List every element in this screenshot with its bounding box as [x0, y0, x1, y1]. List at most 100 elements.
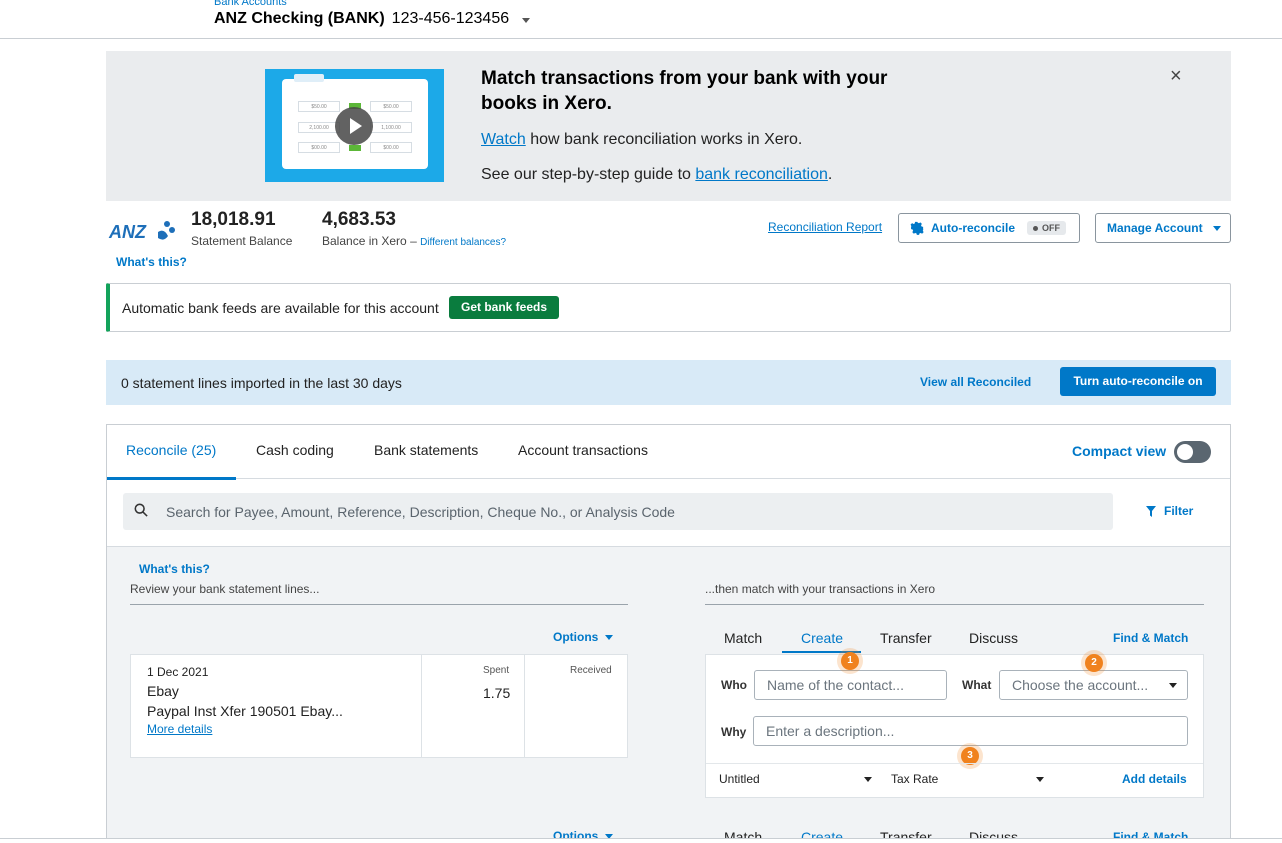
banner-guide-line: See our step-by-step guide to bank recon… — [481, 166, 832, 184]
compact-view-toggle[interactable] — [1174, 441, 1211, 463]
cell-6: $00.00 — [370, 142, 412, 153]
bank-feeds-notice: Automatic bank feeds are available for t… — [106, 283, 1231, 332]
view-all-reconciled-link[interactable]: View all Reconciled — [920, 375, 1031, 389]
page-bottom-edge — [0, 838, 1282, 843]
cell-4: 1,100.00 — [370, 122, 412, 133]
auto-reconcile-button[interactable]: Auto-reconcile OFF — [898, 213, 1080, 243]
step-badge-2: 2 — [1085, 654, 1103, 672]
tab-match[interactable]: Match — [724, 630, 762, 646]
account-selector[interactable]: ANZ Checking (BANK) 123-456-123456 — [214, 10, 531, 28]
tab-bank-statements[interactable]: Bank statements — [374, 442, 478, 458]
watch-link[interactable]: Watch — [481, 131, 526, 148]
tax-rate-value: Tax Rate — [891, 772, 939, 786]
divider — [706, 763, 1203, 764]
what-select[interactable]: Choose the account... — [999, 670, 1188, 700]
guide-end: . — [827, 166, 833, 183]
find-and-match-link[interactable]: Find & Match — [1113, 631, 1188, 645]
spent-value: 1.75 — [483, 685, 511, 701]
anz-logo: ANZ — [108, 221, 175, 242]
account-number: 123-456-123456 — [391, 10, 510, 27]
bank-feeds-text: Automatic bank feeds are available for t… — [122, 300, 439, 316]
anz-logo-text: ANZ — [108, 222, 147, 242]
play-icon[interactable] — [335, 107, 373, 145]
guide-text: See our step-by-step guide to — [481, 166, 696, 183]
breadcrumb-bank-accounts[interactable]: Bank Accounts — [214, 0, 287, 8]
reconcile-panel: Reconcile (25) Cash coding Bank statemen… — [106, 424, 1231, 843]
cell-3: 2,100.00 — [298, 122, 340, 133]
divider — [130, 604, 628, 605]
manage-account-button[interactable]: Manage Account — [1095, 213, 1231, 243]
auto-reconcile-label: Auto-reconcile — [931, 221, 1016, 235]
chevron-down-icon — [864, 777, 872, 782]
what-label: What — [962, 678, 992, 692]
reconcile-work-area: What's this? Review your bank statement … — [107, 547, 1230, 843]
why-label: Why — [721, 725, 747, 739]
divider — [705, 604, 1204, 605]
chevron-down-icon — [1169, 683, 1177, 688]
tracking-value: Untitled — [719, 772, 760, 786]
green-bar — [349, 145, 361, 151]
tab-discuss[interactable]: Discuss — [969, 630, 1018, 646]
account-name: ANZ Checking (BANK) — [214, 10, 385, 27]
tracking-select[interactable]: Untitled — [719, 772, 872, 786]
filter-button[interactable]: Filter — [1146, 504, 1193, 518]
options-label: Options — [553, 630, 599, 644]
watch-text: how bank reconciliation works in Xero. — [525, 131, 803, 148]
different-balances-link[interactable]: Different balances? — [420, 237, 506, 248]
manage-account-label: Manage Account — [1107, 221, 1203, 235]
gear-icon — [910, 221, 924, 235]
divider — [421, 655, 422, 757]
chevron-down-icon — [1212, 225, 1221, 231]
statement-balance: 18,018.91 Statement Balance — [191, 209, 292, 248]
statement-line: 1 Dec 2021 Ebay Paypal Inst Xfer 190501 … — [130, 654, 628, 758]
get-bank-feeds-button[interactable]: Get bank feeds — [449, 296, 559, 319]
off-label: OFF — [1042, 223, 1061, 233]
more-details-link[interactable]: More details — [147, 722, 212, 736]
xero-balance-label: Balance in Xero — [322, 234, 407, 248]
whats-this-link[interactable]: What's this? — [116, 255, 187, 269]
tab-cash-coding[interactable]: Cash coding — [256, 442, 334, 458]
cell-1: $50.00 — [298, 101, 340, 112]
import-info-bar: 0 statement lines imported in the last 3… — [106, 360, 1231, 405]
reconciliation-banner: $50.00 $50.00 2,100.00 1,100.00 $00.00 $… — [106, 51, 1231, 201]
statement-balance-label: Statement Balance — [191, 234, 293, 248]
statement-description: Paypal Inst Xfer 190501 Ebay... — [147, 703, 343, 719]
options-dropdown[interactable]: Options — [553, 630, 614, 644]
search-box — [123, 493, 1113, 530]
chevron-down-icon — [522, 18, 531, 23]
xero-balance-line: Balance in Xero – Different balances? — [322, 234, 506, 248]
statement-date: 1 Dec 2021 — [147, 665, 209, 679]
tab-account-transactions[interactable]: Account transactions — [518, 442, 648, 458]
banner-title: Match transactions from your bank with y… — [481, 68, 888, 114]
step-badge-1: 1 — [841, 652, 859, 670]
why-input[interactable]: Enter a description... — [753, 716, 1188, 746]
add-details-link[interactable]: Add details — [1122, 772, 1187, 786]
reconciliation-report-link[interactable]: Reconciliation Report — [768, 220, 882, 234]
who-label: Who — [721, 678, 747, 692]
tab-create[interactable]: Create — [801, 630, 843, 646]
cell-2: $50.00 — [370, 101, 412, 112]
panel-tabs: Reconcile (25) Cash coding Bank statemen… — [107, 425, 1230, 480]
search-row: Filter — [107, 480, 1230, 547]
tab-reconcile[interactable]: Reconcile (25) — [126, 442, 216, 458]
divider — [524, 655, 525, 757]
search-input[interactable] — [166, 493, 1066, 530]
tax-rate-select[interactable]: Tax Rate — [891, 772, 1044, 786]
import-info-text: 0 statement lines imported in the last 3… — [121, 375, 402, 391]
banner-watch-line: Watch how bank reconciliation works in X… — [481, 131, 802, 149]
status-dot-icon — [1033, 225, 1039, 231]
create-transaction-form: Who Name of the contact... What Choose t… — [705, 652, 1204, 798]
who-input[interactable]: Name of the contact... — [754, 670, 947, 700]
video-thumbnail[interactable]: $50.00 $50.00 2,100.00 1,100.00 $00.00 $… — [265, 69, 444, 182]
whats-this-link[interactable]: What's this? — [139, 562, 210, 576]
search-icon — [134, 503, 148, 517]
close-icon[interactable]: × — [1170, 65, 1182, 88]
tab-transfer[interactable]: Transfer — [880, 630, 932, 646]
bank-reconciliation-link[interactable]: bank reconciliation — [695, 166, 828, 183]
turn-auto-reconcile-on-button[interactable]: Turn auto-reconcile on — [1060, 367, 1216, 396]
auto-reconcile-status: OFF — [1027, 221, 1067, 235]
filter-label: Filter — [1164, 504, 1194, 518]
statement-payee: Ebay — [147, 683, 179, 699]
what-select-value: Choose the account... — [1012, 677, 1149, 693]
card-tab — [294, 74, 324, 82]
